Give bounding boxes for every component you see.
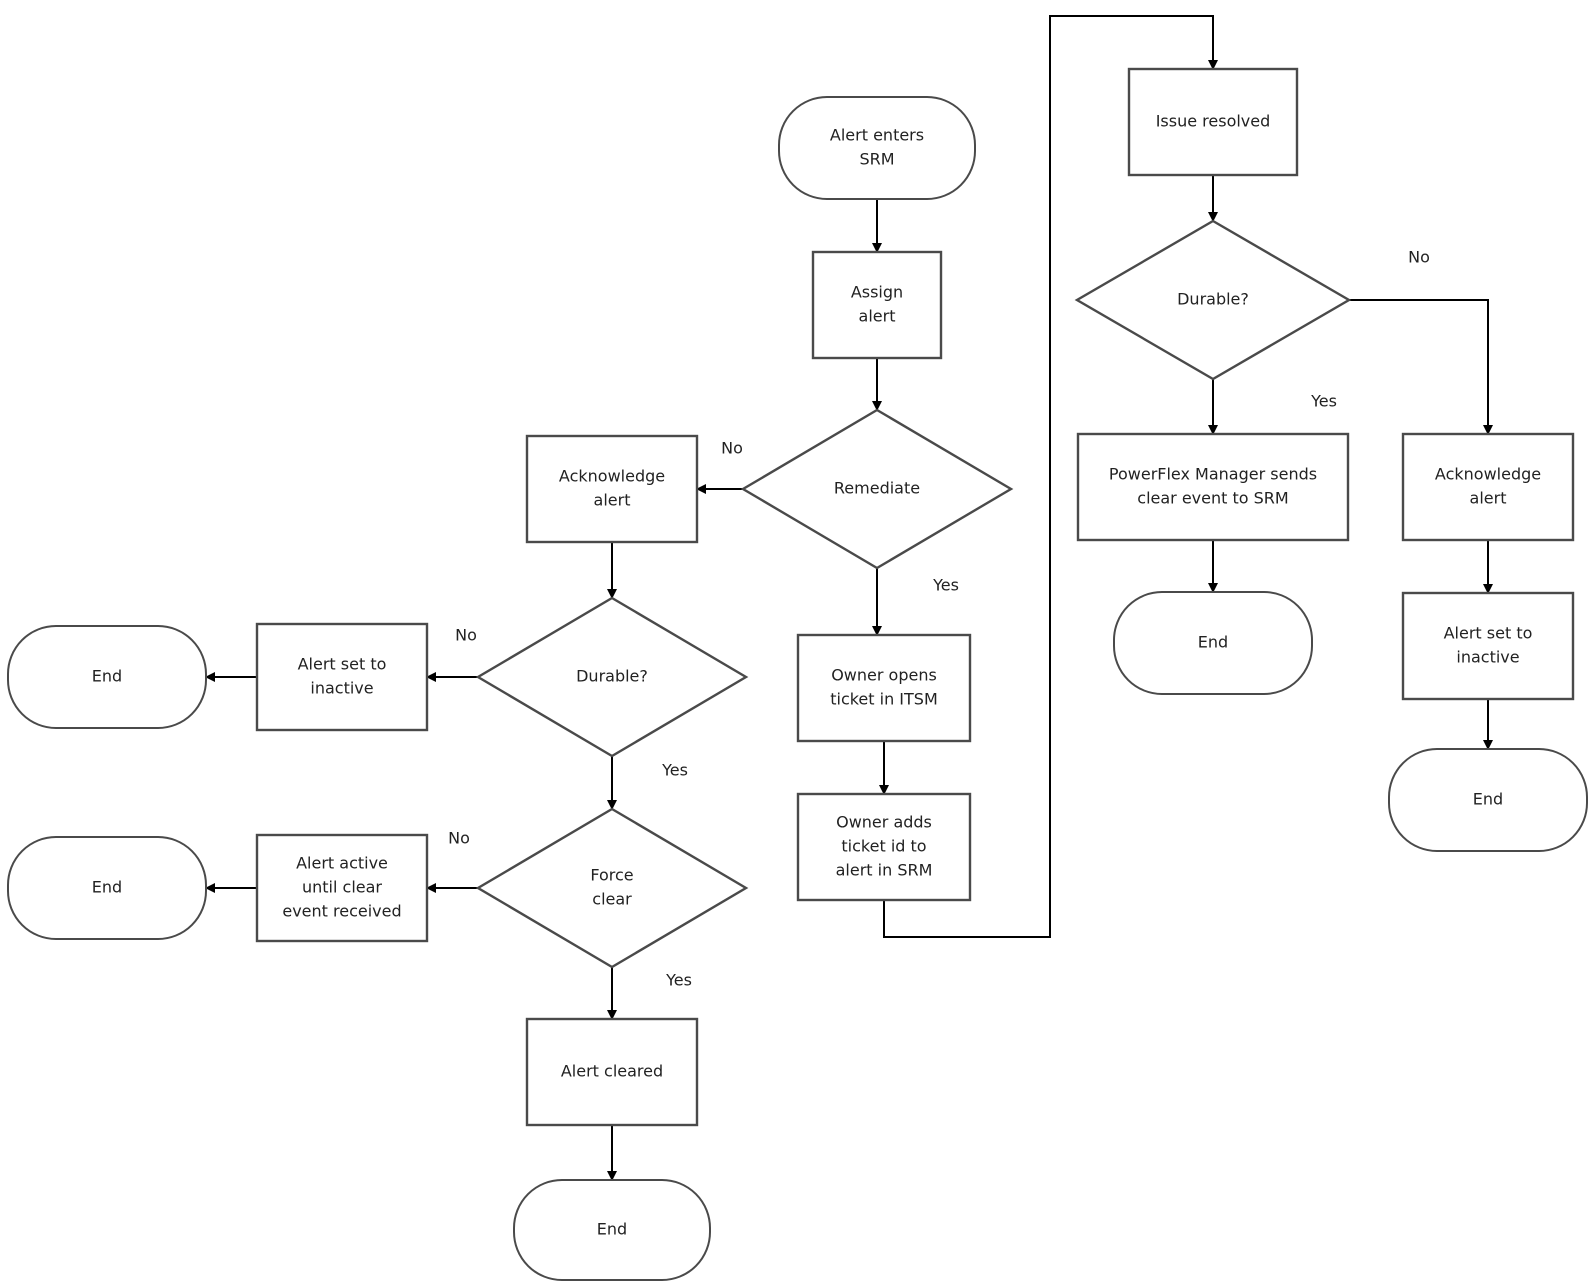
node-label: Alert enters <box>830 126 924 145</box>
process-ack-right[interactable]: Acknowledge alert <box>1401 432 1575 542</box>
process-active-until[interactable]: Alert active until clear event received <box>255 833 429 943</box>
node-label: clear event to SRM <box>1137 489 1288 508</box>
edge-label-no: No <box>721 439 743 458</box>
process-box <box>796 633 972 743</box>
terminal-end-3[interactable]: End <box>513 1179 711 1281</box>
node-label: End <box>92 878 122 897</box>
edge-label-no: No <box>1408 248 1430 267</box>
decision-force-clear[interactable]: Force clear <box>475 807 749 969</box>
process-box <box>255 622 429 732</box>
node-label: inactive <box>310 679 373 698</box>
node-label: PowerFlex Manager sends <box>1109 465 1317 484</box>
process-box <box>1401 432 1575 542</box>
flowchart-canvas: Alert enters SRM Assign alert Remediate Ackno… <box>7 15 1588 1281</box>
node-label: event received <box>282 902 401 921</box>
process-open-ticket[interactable]: Owner opens ticket in ITSM <box>796 633 972 743</box>
terminal-end-2[interactable]: End <box>7 836 207 940</box>
process-ack-left[interactable]: Acknowledge alert <box>525 434 699 544</box>
terminal-pill <box>778 96 976 200</box>
process-box <box>1401 591 1575 701</box>
edge-label-no: No <box>448 829 470 848</box>
process-add-ticket[interactable]: Owner adds ticket id to alert in SRM <box>796 792 972 902</box>
node-label: clear <box>592 890 632 909</box>
node-label: End <box>1198 633 1228 652</box>
edge-label-yes: Yes <box>661 761 688 780</box>
node-label: Durable? <box>1177 290 1249 309</box>
edge-label-no: No <box>455 626 477 645</box>
decision-durable-left[interactable]: Durable? <box>475 596 749 758</box>
node-label: SRM <box>859 150 894 169</box>
node-label: Owner adds <box>836 813 932 832</box>
node-label: alert <box>859 307 896 326</box>
node-label: alert in SRM <box>836 861 933 880</box>
edge-label-yes: Yes <box>932 576 959 595</box>
node-label: until clear <box>302 878 382 897</box>
node-label: Alert active <box>296 854 388 873</box>
node-label: alert <box>1470 489 1507 508</box>
terminal-end-4[interactable]: End <box>1113 591 1313 695</box>
node-label: ticket id to <box>841 837 926 856</box>
decision-remediate[interactable]: Remediate <box>740 408 1014 570</box>
node-label: Acknowledge <box>1435 465 1541 484</box>
process-box <box>1076 432 1350 542</box>
decision-diamond <box>475 807 749 969</box>
node-label: Remediate <box>834 479 920 498</box>
process-cleared[interactable]: Alert cleared <box>525 1017 699 1127</box>
terminal-start[interactable]: Alert enters SRM <box>778 96 976 200</box>
node-label: Issue resolved <box>1156 112 1271 131</box>
terminal-end-1[interactable]: End <box>7 625 207 729</box>
node-label: alert <box>594 491 631 510</box>
process-resolved[interactable]: Issue resolved <box>1127 67 1299 177</box>
node-label: ticket in ITSM <box>830 690 938 709</box>
nodes-layer: Alert enters SRM Assign alert Remediate Ackno… <box>7 67 1588 1281</box>
node-label: End <box>1473 790 1503 809</box>
node-label: Owner opens <box>831 666 937 685</box>
terminal-end-5[interactable]: End <box>1388 748 1588 852</box>
edge-label-yes: Yes <box>1310 392 1337 411</box>
decision-durable-right[interactable]: Durable? <box>1074 219 1352 381</box>
node-label: Acknowledge <box>559 467 665 486</box>
connector-durable-right-to-ack-right <box>1349 299 1493 435</box>
node-label: Force <box>590 866 633 885</box>
node-label: End <box>92 667 122 686</box>
node-label: Assign <box>851 283 903 302</box>
process-box <box>525 434 699 544</box>
node-label: Alert set to <box>298 655 387 674</box>
process-box <box>811 250 943 360</box>
node-label: Alert cleared <box>561 1062 663 1081</box>
node-label: End <box>597 1220 627 1239</box>
process-inactive-right[interactable]: Alert set to inactive <box>1401 591 1575 701</box>
process-assign[interactable]: Assign alert <box>811 250 943 360</box>
edge-label-yes: Yes <box>665 971 692 990</box>
node-label: Durable? <box>576 667 648 686</box>
node-label: inactive <box>1456 648 1519 667</box>
process-pfm-clear[interactable]: PowerFlex Manager sends clear event to SR… <box>1076 432 1350 542</box>
process-inactive-left[interactable]: Alert set to inactive <box>255 622 429 732</box>
node-label: Alert set to <box>1444 624 1533 643</box>
